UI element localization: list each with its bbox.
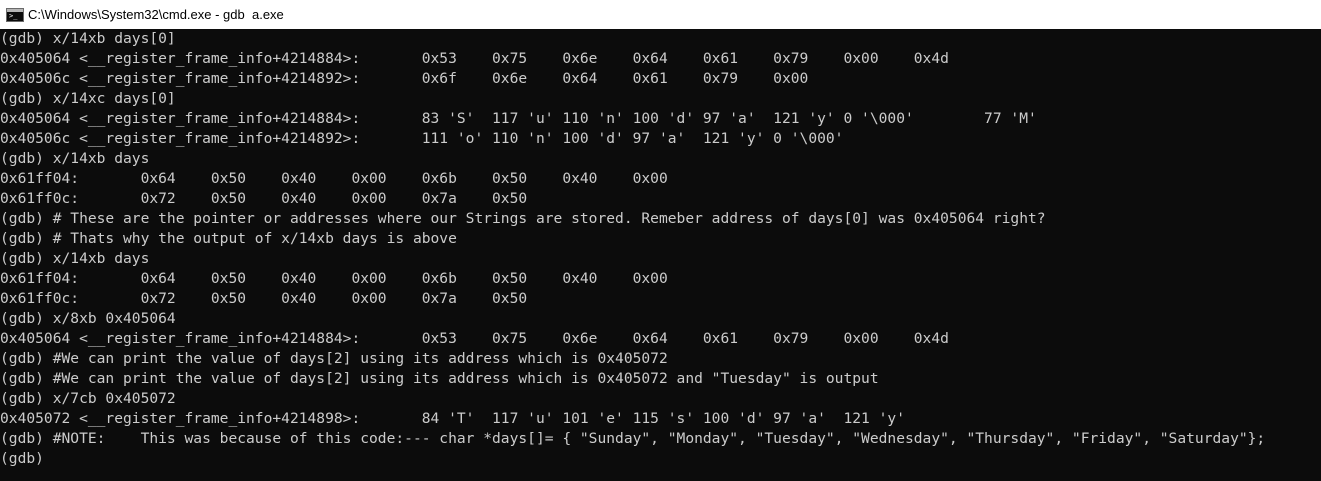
console-line: (gdb) x/8xb 0x405064 [0,310,176,327]
console-line: 0x61ff04: 0x64 0x50 0x40 0x00 0x6b 0x50 … [0,170,668,187]
console-line: (gdb) x/14xb days [0,150,150,167]
console-line: (gdb) x/14xc days[0] [0,90,176,107]
console-line: (gdb) #We can print the value of days[2]… [0,370,879,387]
console-line: (gdb) # Thats why the output of x/14xb d… [0,230,457,247]
console-line: 0x61ff0c: 0x72 0x50 0x40 0x00 0x7a 0x50 [0,290,528,307]
console-line: (gdb) # These are the pointer or address… [0,210,1046,227]
console-line: 0x405072 <__register_frame_info+4214898>… [0,410,905,427]
console-line: 0x40506c <__register_frame_info+4214892>… [0,130,844,147]
console-line: (gdb) x/7cb 0x405072 [0,390,176,407]
console-prompt-line[interactable]: (gdb) [0,449,1321,469]
title-bar[interactable]: >_ C:\Windows\System32\cmd.exe - gdb a.e… [0,0,1321,29]
icon-prompt-glyph: >_ [9,11,18,20]
console-line: (gdb) #We can print the value of days[2]… [0,350,668,367]
cmd-console-icon[interactable]: >_ [6,7,24,22]
console-line: (gdb) x/14xb days[0] [0,30,176,47]
console-line: 0x61ff04: 0x64 0x50 0x40 0x00 0x6b 0x50 … [0,270,668,287]
console-line: 0x405064 <__register_frame_info+4214884>… [0,50,949,67]
cmd-window: >_ C:\Windows\System32\cmd.exe - gdb a.e… [0,0,1321,481]
console-line: 0x61ff0c: 0x72 0x50 0x40 0x00 0x7a 0x50 [0,190,528,207]
window-title: C:\Windows\System32\cmd.exe - gdb a.exe [28,7,284,22]
console-line: 0x40506c <__register_frame_info+4214892>… [0,70,809,87]
console-line: (gdb) x/14xb days [0,250,150,267]
console-output[interactable]: (gdb) x/14xb days[0] 0x405064 <__registe… [0,29,1321,481]
console-line: (gdb) #NOTE: This was because of this co… [0,430,1266,447]
console-line: 0x405064 <__register_frame_info+4214884>… [0,330,949,347]
console-line: 0x405064 <__register_frame_info+4214884>… [0,110,1037,127]
